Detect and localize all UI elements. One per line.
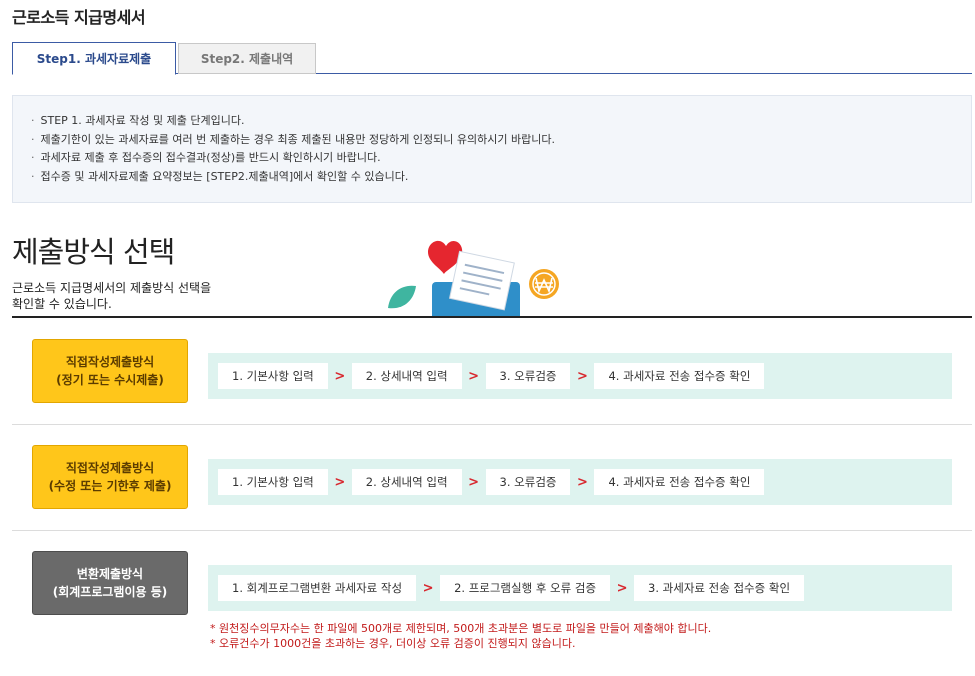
flow-step: 2. 상세내역 입력 [351,469,462,495]
flow-step: 2. 프로그램실행 후 오류 검증 [440,575,611,601]
arrow-right-icon: > [422,580,434,596]
flow-step: 3. 과세자료 전송 접수증 확인 [634,575,805,601]
submission-illustration [388,240,559,318]
flow-step: 4. 과세자료 전송 접수증 확인 [594,469,765,495]
arrow-right-icon: > [334,474,346,490]
method-label-line: 직접작성제출방식 [65,461,155,475]
page-title: 근로소득 지급명세서 [12,8,146,27]
row-divider [12,530,972,531]
section-desc-line: 확인할 수 있습니다. [12,297,112,311]
notes: * 원천징수의무자수는 한 파일에 500개로 제한되며, 500개 초과분은 … [210,621,711,651]
method-label-line: (정기 또는 수시제출) [56,373,164,387]
tab-bar: Step1. 과세자료제출 Step2. 제출내역 [12,42,972,75]
arrow-right-icon: > [616,580,628,596]
arrow-right-icon: > [468,368,479,384]
section-desc-line: 근로소득 지급명세서의 제출방식 선택을 [12,281,212,295]
row-divider [12,424,972,425]
info-box: STEP 1. 과세자료 작성 및 제출 단계입니다. 제출기한이 있는 과세자… [12,95,972,203]
tab-step2-history[interactable]: Step2. 제출내역 [178,43,316,74]
note-item: * 원천징수의무자수는 한 파일에 500개로 제한되며, 500개 초과분은 … [210,622,712,635]
method-direct-amend-button[interactable]: 직접작성제출방식 (수정 또는 기한후 제출) [32,445,188,509]
section-description: 근로소득 지급명세서의 제출방식 선택을 확인할 수 있습니다. [12,280,211,312]
flow-step: 3. 오류검증 [485,363,571,389]
method-conversion-button[interactable]: 변환제출방식 (회계프로그램이용 등) [32,551,188,615]
flow-step: 4. 과세자료 전송 접수증 확인 [594,363,765,389]
tab-step1-submit[interactable]: Step1. 과세자료제출 [12,42,176,75]
flow-step: 1. 기본사항 입력 [218,469,328,495]
process-flow: 1. 기본사항 입력 > 2. 상세내역 입력 > 3. 오류검증 > 4. 과… [208,353,952,399]
info-item: 접수증 및 과세자료제출 요약정보는 [STEP2.제출내역]에서 확인할 수 … [31,168,971,187]
flow-step: 2. 상세내역 입력 [351,363,462,389]
note-item: * 오류건수가 1000건을 초과하는 경우, 더이상 오류 검증이 진행되지 … [210,637,576,650]
method-label-line: (수정 또는 기한후 제출) [48,479,172,493]
process-flow: 1. 회계프로그램변환 과세자료 작성 > 2. 프로그램실행 후 오류 검증 … [208,565,952,611]
info-item: 제출기한이 있는 과세자료를 여러 번 제출하는 경우 최종 제출된 내용만 정… [31,131,971,150]
won-coin-icon [529,269,559,299]
info-item: STEP 1. 과세자료 작성 및 제출 단계입니다. [31,112,971,131]
flow-step: 1. 기본사항 입력 [218,363,328,389]
method-label-line: 변환제출방식 [76,567,144,581]
info-item: 과세자료 제출 후 접수증의 접수결과(정상)를 반드시 확인하시기 바랍니다. [31,149,971,168]
section-title: 제출방식 선택 [12,235,175,269]
leaf-icon [388,285,416,309]
section-divider [12,316,972,318]
method-direct-regular-button[interactable]: 직접작성제출방식 (정기 또는 수시제출) [32,339,188,403]
flow-step: 3. 오류검증 [485,469,571,495]
arrow-right-icon: > [468,474,479,490]
arrow-right-icon: > [334,368,346,384]
arrow-right-icon: > [577,474,588,490]
arrow-right-icon: > [577,368,588,384]
method-label-line: 직접작성제출방식 [65,355,155,369]
process-flow: 1. 기본사항 입력 > 2. 상세내역 입력 > 3. 오류검증 > 4. 과… [208,459,952,505]
flow-step: 1. 회계프로그램변환 과세자료 작성 [218,575,417,601]
method-label-line: (회계프로그램이용 등) [52,585,168,599]
